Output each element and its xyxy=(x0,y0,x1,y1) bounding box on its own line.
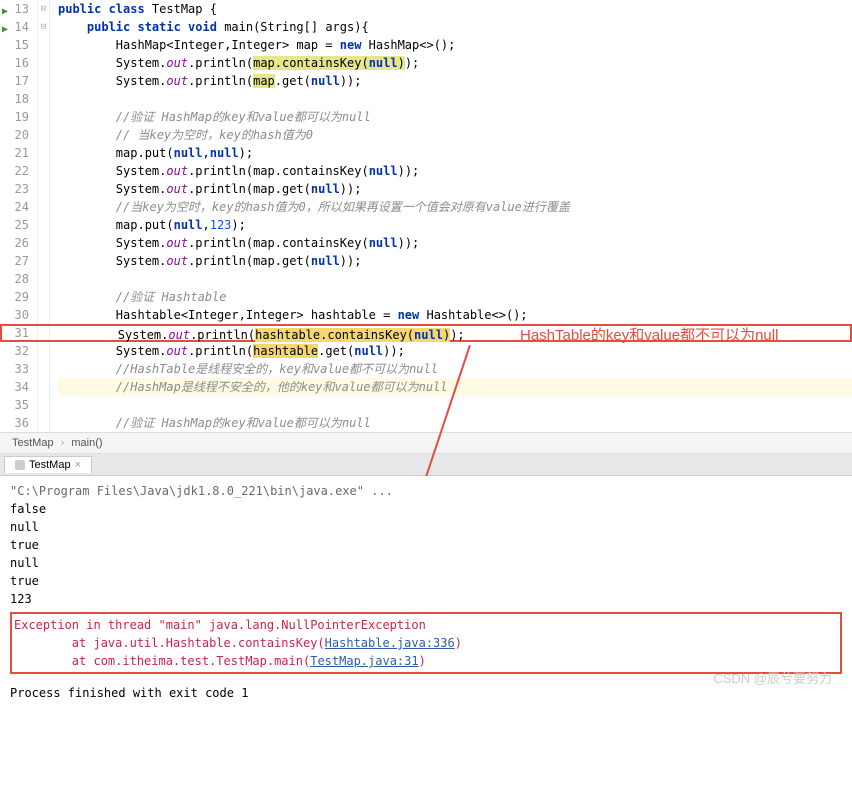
fold-column: ⊟ ⊟ xyxy=(38,0,50,432)
console-tab-bar: TestMap × xyxy=(0,454,852,476)
exception-block: Exception in thread "main" java.lang.Nul… xyxy=(10,612,842,674)
breadcrumb-method[interactable]: main() xyxy=(71,437,102,449)
fold-icon[interactable]: ⊟ xyxy=(38,0,49,18)
breadcrumb-file[interactable]: TestMap xyxy=(12,437,54,449)
console-tab[interactable]: TestMap × xyxy=(4,456,92,473)
fold-icon[interactable]: ⊟ xyxy=(38,18,49,36)
console-output[interactable]: "C:\Program Files\Java\jdk1.8.0_221\bin\… xyxy=(0,476,852,708)
code-area[interactable]: public class TestMap { public static voi… xyxy=(50,0,852,432)
watermark: CSDN @辰兮要努力 xyxy=(713,670,832,688)
chevron-right-icon: › xyxy=(61,437,65,449)
command-line: "C:\Program Files\Java\jdk1.8.0_221\bin\… xyxy=(10,482,842,500)
stacktrace-link[interactable]: TestMap.java:31 xyxy=(310,654,418,668)
annotation-text: HashTable的key和value都不可以为null xyxy=(520,324,778,345)
breadcrumb[interactable]: TestMap › main() xyxy=(0,432,852,454)
close-icon[interactable]: × xyxy=(75,459,81,471)
file-icon xyxy=(15,460,25,470)
stacktrace-link[interactable]: Hashtable.java:336 xyxy=(325,636,455,650)
code-editor[interactable]: ▶13 ▶14 15 16 17 18 19 20 21 22 23 24 25… xyxy=(0,0,852,432)
line-gutter: ▶13 ▶14 15 16 17 18 19 20 21 22 23 24 25… xyxy=(0,0,38,432)
